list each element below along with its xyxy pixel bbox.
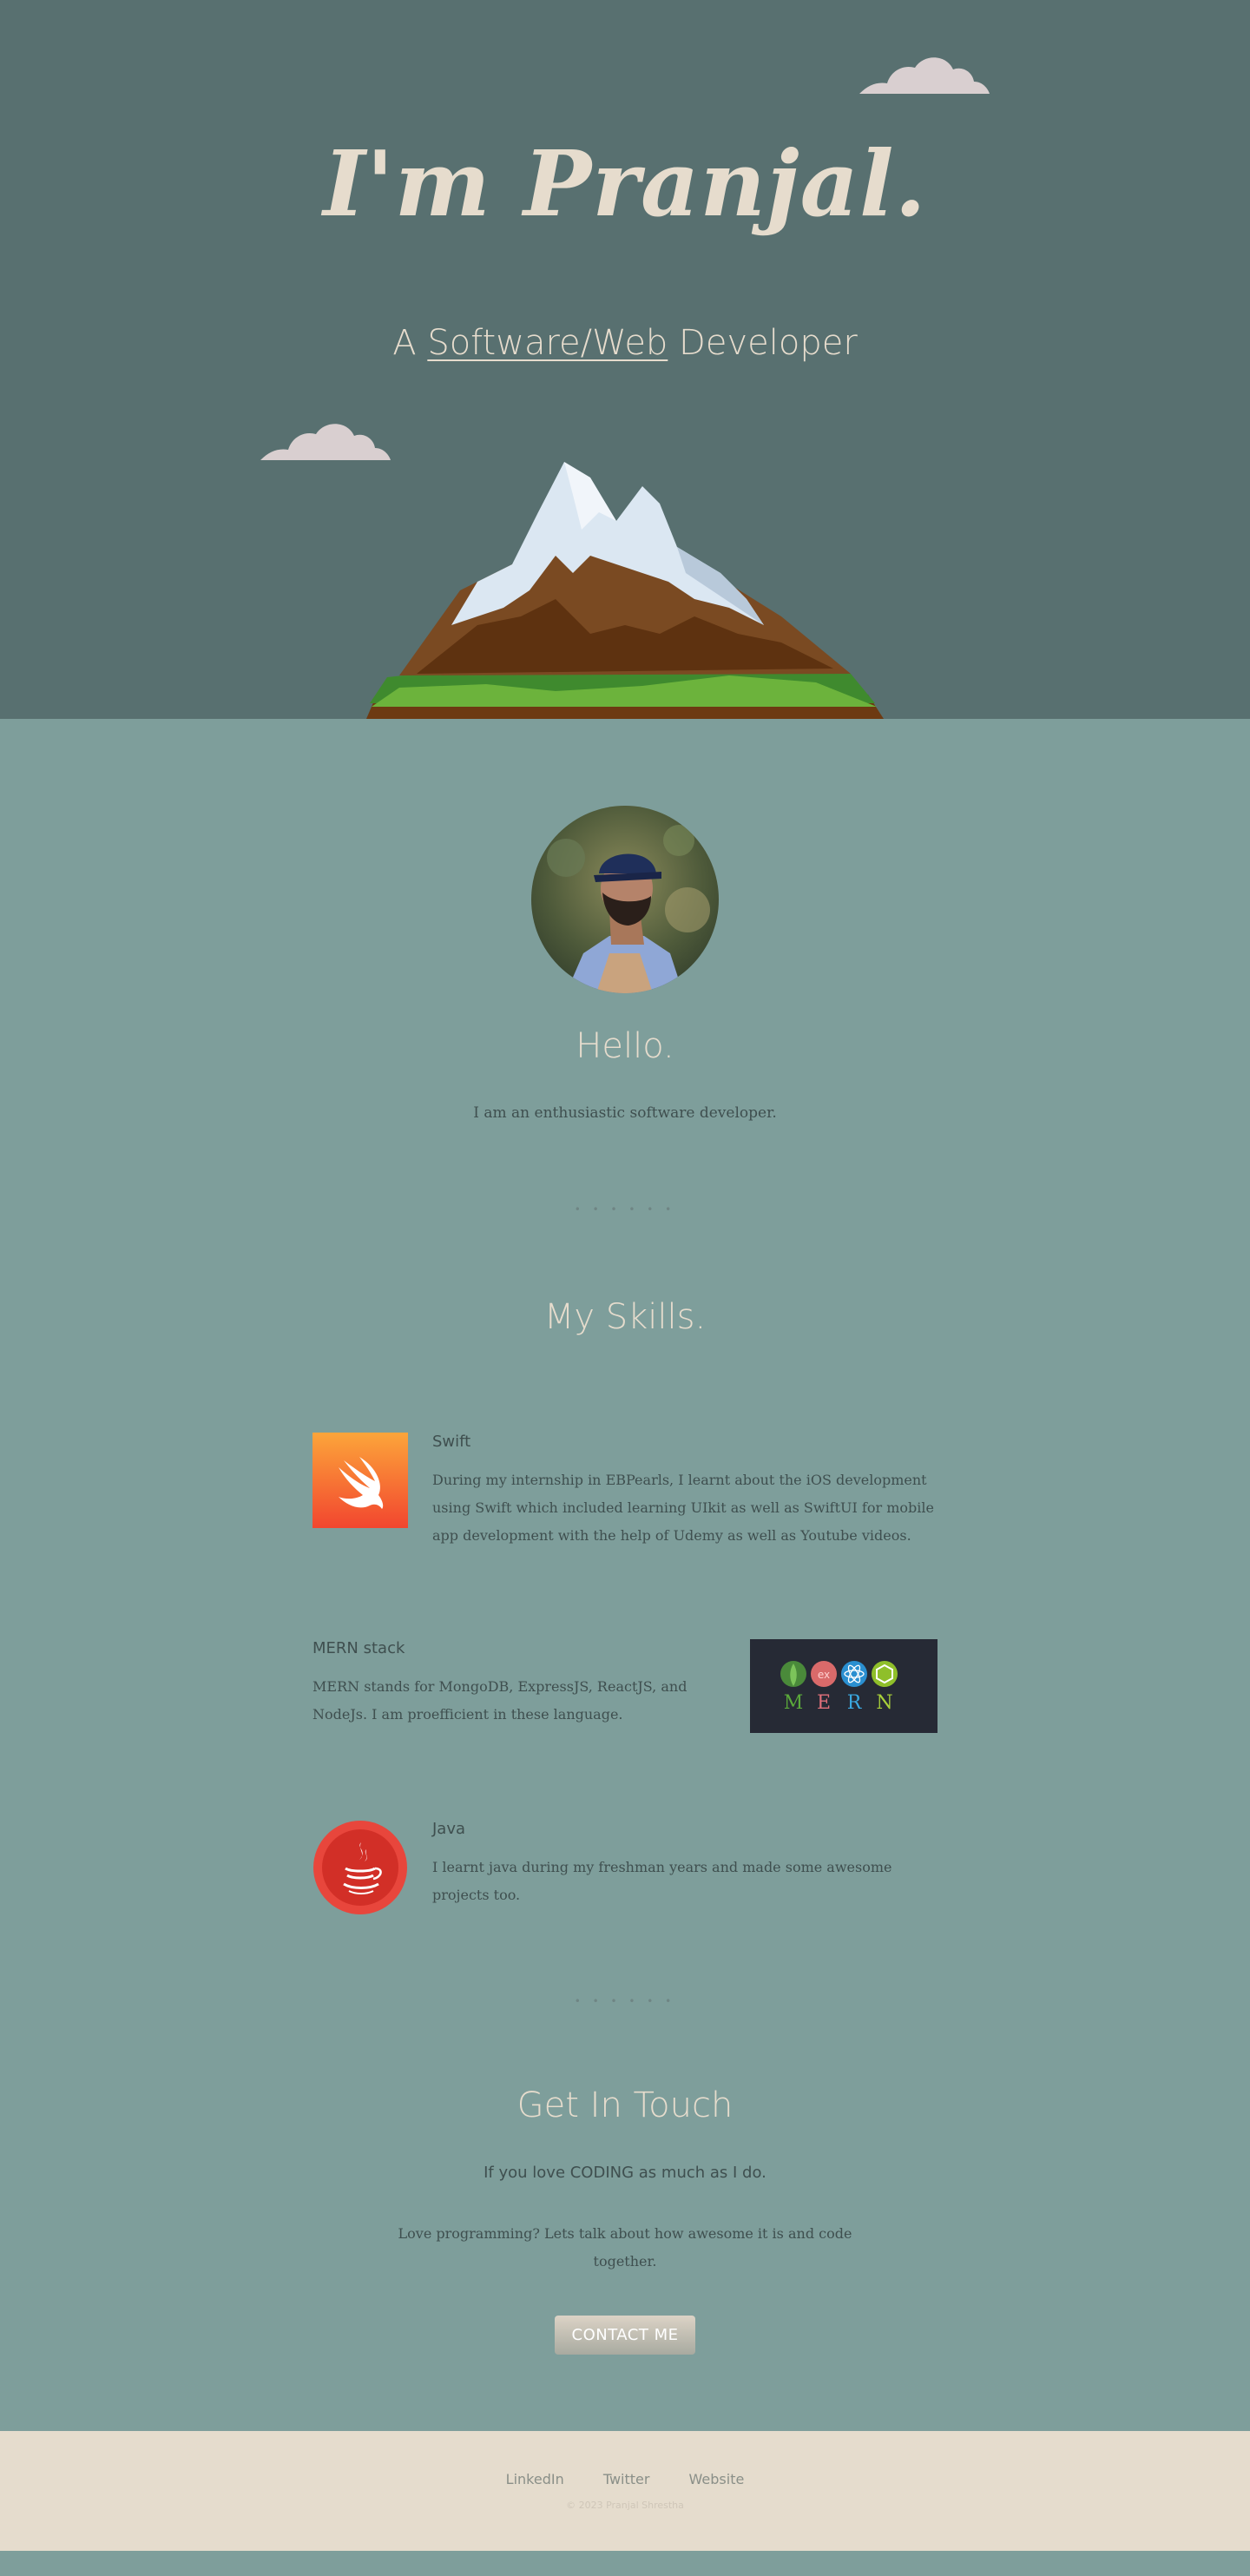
footer: LinkedIn Twitter Website © 2023 Pranjal … bbox=[0, 2431, 1250, 2551]
subtitle-link[interactable]: Software/Web bbox=[427, 323, 668, 363]
footer-link-website[interactable]: Website bbox=[689, 2471, 745, 2487]
mern-icon: ex M E R N bbox=[750, 1639, 938, 1733]
about-section: Hello. I am an enthusiastic software dev… bbox=[0, 719, 1250, 1122]
skill-description: MERN stands for MongoDB, ExpressJS, Reac… bbox=[312, 1678, 688, 1723]
hello-heading: Hello. bbox=[576, 1026, 674, 1066]
skill-java: Java I learnt java during my freshman ye… bbox=[312, 1820, 938, 1915]
mern-letter: N bbox=[876, 1692, 892, 1714]
mern-letter: M bbox=[784, 1692, 804, 1714]
about-text: I am an enthusiastic software developer. bbox=[473, 1104, 777, 1122]
skills-heading: My Skills. bbox=[543, 1297, 707, 1337]
hero-subtitle: A Software/Web Developer bbox=[0, 323, 1250, 363]
cloud-icon bbox=[859, 57, 990, 94]
subtitle-prefix: A bbox=[392, 323, 428, 363]
skill-name: MERN stack bbox=[312, 1639, 405, 1657]
skill-description: During my internship in EBPearls, I lear… bbox=[432, 1472, 934, 1544]
cloud-icon bbox=[260, 424, 391, 460]
hero-section: I'm Pranjal. A Software/Web Developer bbox=[0, 0, 1250, 719]
footer-link-twitter[interactable]: Twitter bbox=[603, 2471, 650, 2487]
section-divider: • • • • • • bbox=[574, 1995, 676, 2007]
mern-letter: R bbox=[847, 1692, 863, 1714]
contact-me-button[interactable]: CONTACT ME bbox=[554, 2316, 696, 2355]
skills-section: My Skills. Swift During my internship in… bbox=[0, 1297, 1250, 1915]
swift-icon bbox=[312, 1433, 408, 1528]
section-divider: • • • • • • bbox=[574, 1203, 676, 1216]
skill-body: Swift During my internship in EBPearls, … bbox=[432, 1433, 938, 1550]
skill-name: Java bbox=[432, 1820, 466, 1838]
skill-body: MERN stack MERN stands for MongoDB, Expr… bbox=[312, 1639, 694, 1729]
footer-link-linkedin[interactable]: LinkedIn bbox=[506, 2471, 564, 2487]
skill-description: I learnt java during my freshman years a… bbox=[432, 1859, 892, 1903]
footer-copyright: © 2023 Pranjal Shrestha bbox=[566, 2500, 684, 2511]
footer-links: LinkedIn Twitter Website bbox=[0, 2471, 1250, 2487]
contact-section: Get In Touch If you love CODING as much … bbox=[0, 2085, 1250, 2355]
skill-swift: Swift During my internship in EBPearls, … bbox=[312, 1433, 938, 1544]
avatar bbox=[531, 806, 719, 993]
skill-mern: MERN stack MERN stands for MongoDB, Expr… bbox=[312, 1639, 938, 1735]
mern-badge-text: ex bbox=[818, 1669, 830, 1681]
contact-lead: If you love CODING as much as I do. bbox=[484, 2164, 766, 2182]
contact-heading: Get In Touch bbox=[516, 2085, 734, 2125]
subtitle-suffix: Developer bbox=[668, 323, 858, 363]
hero-title: I'm Pranjal. bbox=[323, 130, 927, 237]
contact-text: Love programming? Lets talk about how aw… bbox=[398, 2225, 852, 2270]
mern-letter: E bbox=[817, 1692, 831, 1714]
mountain-illustration bbox=[366, 462, 884, 719]
java-icon bbox=[313, 1821, 407, 1914]
skill-name: Swift bbox=[432, 1433, 471, 1451]
skill-body: Java I learnt java during my freshman ye… bbox=[432, 1820, 938, 1909]
